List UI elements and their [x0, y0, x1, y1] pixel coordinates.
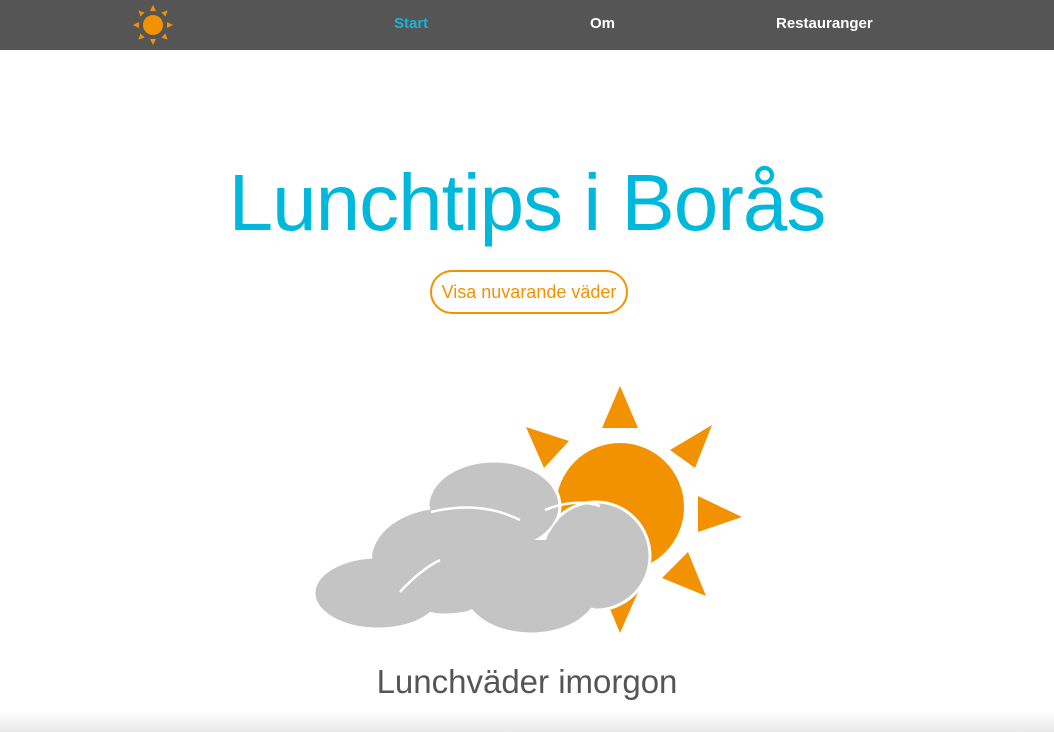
- nav-link-restauranger[interactable]: Restauranger: [776, 15, 873, 32]
- nav-link-start[interactable]: Start: [394, 15, 428, 32]
- show-current-weather-button[interactable]: Visa nuvarande väder: [430, 270, 628, 314]
- page-title: Lunchtips i Borås: [228, 158, 827, 247]
- nav-link-om[interactable]: Om: [590, 15, 615, 32]
- partly-cloudy-icon: [312, 386, 742, 636]
- forecast-heading: Lunchväder imorgon: [376, 663, 678, 700]
- sun-icon[interactable]: [132, 4, 174, 46]
- navbar: Start Om Restauranger: [0, 0, 1054, 50]
- bottom-fade: [0, 712, 1054, 732]
